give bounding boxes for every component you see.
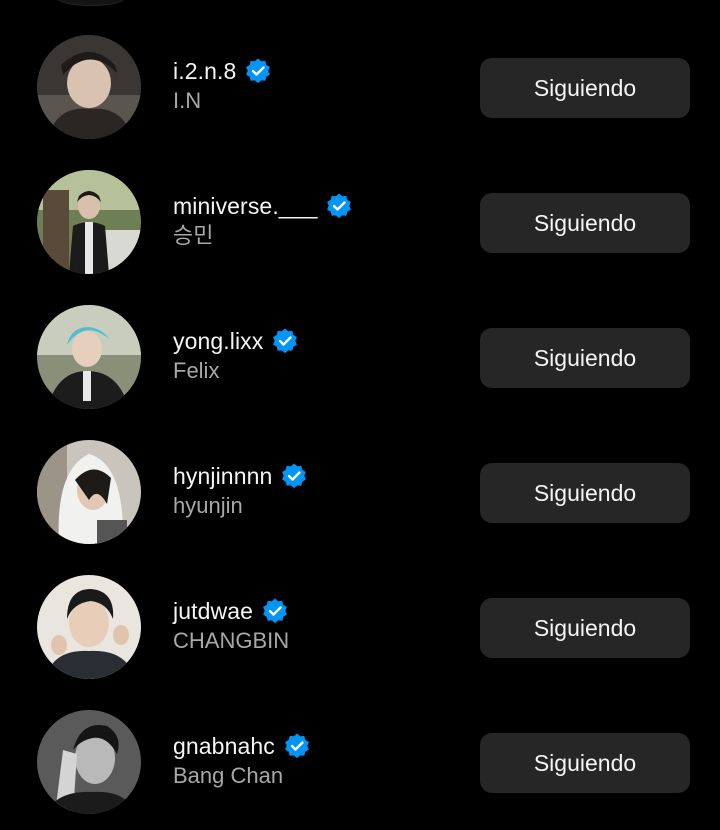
full-name: 승민 bbox=[173, 223, 214, 248]
full-name: hyunjin bbox=[173, 493, 243, 518]
following-button[interactable]: Siguiendo bbox=[480, 328, 690, 388]
following-button[interactable]: Siguiendo bbox=[480, 58, 690, 118]
list-item[interactable]: gnabnahc Bang Chan Siguiendo bbox=[0, 695, 720, 830]
full-name: CHANGBIN bbox=[173, 628, 290, 653]
verified-badge-icon bbox=[273, 328, 298, 354]
list-item[interactable]: miniverse.___ 승민 Siguiendo bbox=[0, 155, 720, 290]
verified-badge-icon bbox=[263, 598, 287, 624]
avatar[interactable] bbox=[37, 575, 141, 679]
previous-avatar-edge bbox=[58, 0, 124, 6]
verified-badge-icon bbox=[246, 58, 271, 84]
username[interactable]: gnabnahc bbox=[173, 733, 275, 760]
full-name: Felix bbox=[173, 358, 220, 383]
following-button[interactable]: Siguiendo bbox=[480, 598, 690, 658]
full-name: Bang Chan bbox=[173, 763, 284, 788]
list-item[interactable]: hynjinnnn hyunjin Siguiendo bbox=[0, 425, 720, 560]
avatar[interactable] bbox=[37, 710, 141, 814]
username[interactable]: miniverse.___ bbox=[173, 193, 317, 220]
username[interactable]: jutdwae bbox=[173, 598, 253, 625]
avatar[interactable] bbox=[37, 35, 141, 139]
username[interactable]: yong.lixx bbox=[173, 328, 263, 355]
following-list: i.2.n.8 I.N Siguiendo miniverse.___ 승민 S… bbox=[0, 20, 720, 830]
list-item[interactable]: yong.lixx Felix Siguiendo bbox=[0, 290, 720, 425]
avatar[interactable] bbox=[37, 440, 141, 544]
avatar[interactable] bbox=[37, 305, 141, 409]
following-button[interactable]: Siguiendo bbox=[480, 733, 690, 793]
list-item[interactable]: i.2.n.8 I.N Siguiendo bbox=[0, 20, 720, 155]
username[interactable]: hynjinnnn bbox=[173, 463, 272, 490]
verified-badge-icon bbox=[284, 733, 309, 759]
following-button[interactable]: Siguiendo bbox=[480, 193, 690, 253]
avatar[interactable] bbox=[37, 170, 141, 274]
verified-badge-icon bbox=[282, 463, 307, 489]
verified-badge-icon bbox=[327, 193, 352, 219]
following-button[interactable]: Siguiendo bbox=[480, 463, 690, 523]
full-name: I.N bbox=[173, 88, 202, 113]
username[interactable]: i.2.n.8 bbox=[173, 58, 236, 85]
list-item[interactable]: jutdwae CHANGBIN Siguiendo bbox=[0, 560, 720, 695]
